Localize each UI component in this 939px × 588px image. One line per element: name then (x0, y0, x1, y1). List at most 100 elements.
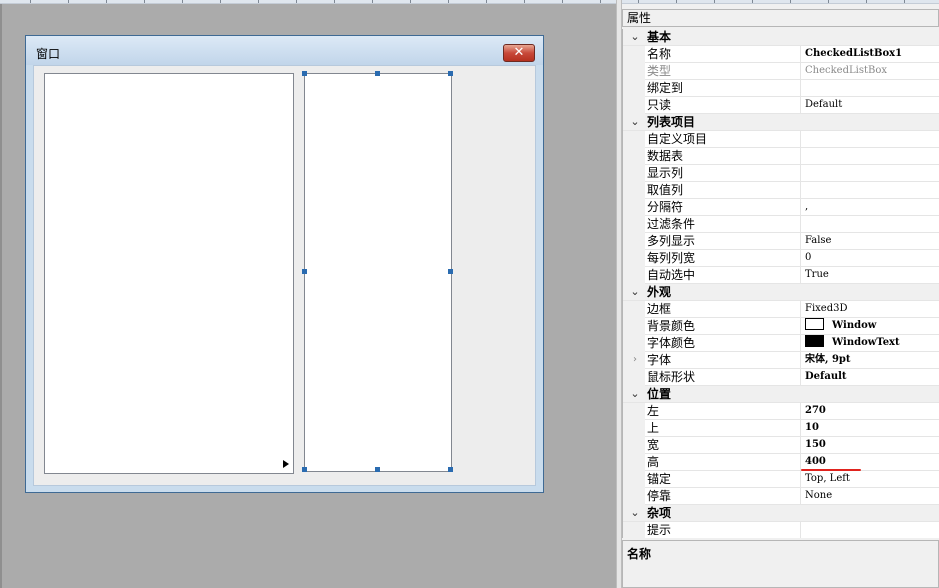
property-value[interactable] (805, 148, 939, 164)
property-row[interactable]: 边框 Fixed3D (623, 301, 939, 318)
property-value[interactable] (805, 216, 939, 232)
property-name: 上 (646, 420, 801, 436)
property-row[interactable]: 背景颜色 Window (623, 318, 939, 335)
property-value[interactable]: 0 (805, 250, 939, 266)
resize-handle-top-left[interactable] (302, 71, 307, 76)
close-icon: ✕ (513, 45, 525, 60)
collapse-chevron-icon[interactable]: ⌄ (629, 285, 641, 299)
collapse-chevron-icon[interactable]: ⌄ (629, 30, 641, 44)
property-row[interactable]: 字体颜色 WindowText (623, 335, 939, 352)
property-category[interactable]: ⌄ 基本 (623, 29, 939, 46)
row-gutter (623, 437, 645, 454)
property-row[interactable]: 数据表 (623, 148, 939, 165)
property-value[interactable]: Window (805, 318, 939, 334)
property-value[interactable]: 270 (805, 403, 939, 419)
resize-handle-left[interactable] (302, 269, 307, 274)
property-value[interactable]: , (805, 199, 939, 215)
property-value[interactable]: None (805, 488, 939, 504)
window-titlebar[interactable]: 窗口 ✕ (26, 36, 543, 65)
property-value-text: 宋体, 9pt (805, 354, 851, 365)
property-value[interactable]: CheckedListBox1 (805, 46, 939, 62)
property-name: 绑定到 (646, 80, 801, 96)
property-value[interactable]: 宋体, 9pt (805, 352, 939, 368)
property-value[interactable] (805, 182, 939, 198)
property-row[interactable]: 提示 (623, 522, 939, 538)
row-gutter (623, 267, 645, 284)
resize-handle-bottom-left[interactable] (302, 467, 307, 472)
property-value[interactable]: 150 (805, 437, 939, 453)
category-label: 列表项目 (647, 115, 696, 129)
row-gutter (623, 46, 645, 63)
property-value[interactable]: CheckedListBox (805, 63, 939, 79)
smart-tag-arrow-icon[interactable] (283, 460, 289, 468)
resize-handle-bottom[interactable] (375, 467, 380, 472)
property-row[interactable]: › 字体 宋体, 9pt (623, 352, 939, 369)
expand-chevron-icon[interactable]: › (629, 353, 641, 367)
window-close-button[interactable]: ✕ (503, 44, 535, 62)
property-value[interactable]: Default (805, 97, 939, 113)
row-gutter (623, 80, 645, 97)
property-value[interactable]: 400 (805, 454, 939, 470)
property-row[interactable]: 类型 CheckedListBox (623, 63, 939, 80)
property-value-text: True (805, 269, 829, 280)
property-name: 宽 (646, 437, 801, 453)
property-row[interactable]: 鼠标形状 Default (623, 369, 939, 386)
property-name: 每列列宽 (646, 250, 801, 266)
checkedlistbox-selected[interactable] (304, 73, 452, 472)
property-value[interactable] (805, 80, 939, 96)
row-gutter (623, 454, 645, 471)
designed-window[interactable]: 窗口 ✕ (25, 35, 544, 493)
property-row[interactable]: 左 270 (623, 403, 939, 420)
property-row[interactable]: 自定义项目 (623, 131, 939, 148)
property-row[interactable]: 锚定 Top, Left (623, 471, 939, 488)
resize-handle-top[interactable] (375, 71, 380, 76)
property-row[interactable]: 停靠 None (623, 488, 939, 505)
property-row[interactable]: 高 400 (623, 454, 939, 471)
property-value[interactable] (805, 522, 939, 538)
collapse-chevron-icon[interactable]: ⌄ (629, 115, 641, 129)
property-row[interactable]: 多列显示 False (623, 233, 939, 250)
property-grid[interactable]: ⌄ 基本 名称 CheckedListBox1 类型 CheckedListBox 绑定到只… (622, 29, 939, 538)
resize-handle-right[interactable] (448, 269, 453, 274)
property-value-text: Window (832, 320, 877, 331)
property-category[interactable]: ⌄ 杂项 (623, 505, 939, 522)
window-client-area[interactable] (33, 65, 536, 486)
property-category[interactable]: ⌄ 位置 (623, 386, 939, 403)
property-name: 字体颜色 (646, 335, 801, 351)
property-value[interactable]: Default (805, 369, 939, 385)
property-row[interactable]: 上 10 (623, 420, 939, 437)
row-gutter (623, 420, 645, 437)
property-row[interactable]: 分隔符, (623, 199, 939, 216)
row-gutter (623, 369, 645, 386)
property-value[interactable]: Top, Left (805, 471, 939, 487)
property-value-text: WindowText (832, 337, 900, 348)
property-row[interactable]: 只读 Default (623, 97, 939, 114)
property-value-text: 400 (805, 456, 826, 467)
property-category[interactable]: ⌄ 外观 (623, 284, 939, 301)
category-label: 位置 (647, 387, 672, 401)
property-row[interactable]: 显示列 (623, 165, 939, 182)
resize-handle-bottom-right[interactable] (448, 467, 453, 472)
property-value[interactable]: 10 (805, 420, 939, 436)
property-value[interactable]: True (805, 267, 939, 283)
collapse-chevron-icon[interactable]: ⌄ (629, 387, 641, 401)
property-value[interactable]: WindowText (805, 335, 939, 351)
property-value[interactable]: False (805, 233, 939, 249)
property-value[interactable] (805, 131, 939, 147)
property-value[interactable]: Fixed3D (805, 301, 939, 317)
listbox-left[interactable] (44, 73, 294, 474)
property-category[interactable]: ⌄ 列表项目 (623, 114, 939, 131)
property-name: 过滤条件 (646, 216, 801, 232)
property-row[interactable]: 取值列 (623, 182, 939, 199)
property-row[interactable]: 宽 150 (623, 437, 939, 454)
property-name: 背景颜色 (646, 318, 801, 334)
collapse-chevron-icon[interactable]: ⌄ (629, 506, 641, 520)
property-row[interactable]: 每列列宽 0 (623, 250, 939, 267)
property-row[interactable]: 过滤条件 (623, 216, 939, 233)
property-row[interactable]: 绑定到 (623, 80, 939, 97)
designer-canvas[interactable]: 窗口 ✕ (0, 4, 616, 588)
property-row[interactable]: 自动选中 True (623, 267, 939, 284)
property-row[interactable]: 名称 CheckedListBox1 (623, 46, 939, 63)
property-value[interactable] (805, 165, 939, 181)
resize-handle-top-right[interactable] (448, 71, 453, 76)
